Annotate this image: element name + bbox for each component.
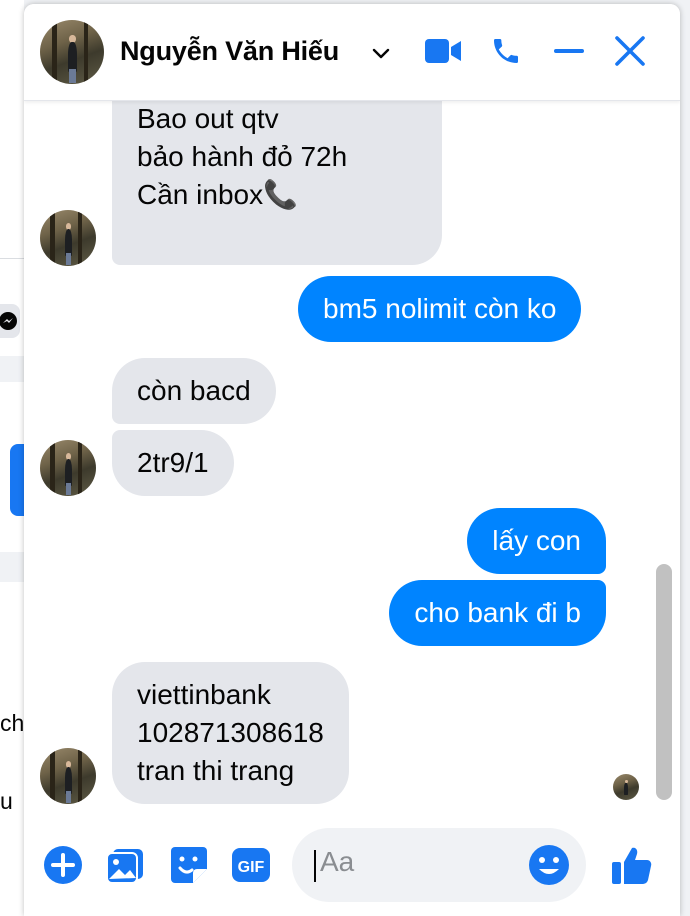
sender-avatar[interactable] (40, 440, 96, 496)
svg-text:GIF: GIF (238, 859, 265, 876)
photo-button[interactable] (104, 844, 146, 886)
chat-header: Nguyễn Văn Hiếu (24, 4, 680, 101)
voice-call-button[interactable] (483, 28, 529, 74)
photo-icon (106, 849, 143, 884)
video-call-icon (425, 39, 461, 63)
seen-indicator-avatar (613, 774, 639, 800)
message-list[interactable]: Bao out qtv bảo hành đỏ 72h Cần inbox📞 b… (24, 100, 652, 806)
background-band (0, 356, 24, 382)
messenger-icon[interactable] (0, 304, 20, 338)
like-button[interactable] (608, 842, 656, 890)
background-text: ch (0, 710, 25, 736)
background-band (0, 552, 24, 582)
contact-name[interactable]: Nguyễn Văn Hiếu (120, 36, 339, 67)
message-bubble-incoming[interactable]: 2tr9/1 (112, 430, 234, 496)
sender-avatar[interactable] (40, 210, 96, 266)
message-bubble-outgoing[interactable]: cho bank đi b (389, 580, 606, 646)
close-icon (615, 36, 645, 66)
message-bubble-incoming[interactable]: Bao out qtv bảo hành đỏ 72h Cần inbox📞 (112, 100, 442, 265)
plus-icon (44, 846, 82, 884)
minimize-icon (554, 49, 584, 53)
background-divider (0, 258, 24, 259)
text-cursor (314, 850, 316, 882)
video-call-button[interactable] (420, 28, 466, 74)
sender-avatar[interactable] (40, 748, 96, 804)
scrollbar-thumb[interactable] (656, 564, 672, 800)
minimize-button[interactable] (546, 28, 592, 74)
background-text: u (0, 788, 13, 814)
message-input[interactable]: Aa (292, 828, 586, 902)
contact-avatar[interactable] (40, 20, 104, 84)
close-button[interactable] (607, 28, 653, 74)
chevron-down-icon[interactable] (370, 42, 392, 64)
message-bubble-incoming[interactable]: viettinbank 102871308618 tran thi trang (112, 662, 349, 804)
message-bubble-outgoing[interactable]: lấy con (467, 508, 606, 574)
sticker-icon (171, 847, 207, 883)
gif-icon: GIF (232, 848, 270, 882)
background-blue-button[interactable] (10, 444, 24, 516)
message-bubble-outgoing[interactable]: bm5 nolimit còn ko (298, 276, 582, 342)
chat-window: Nguyễn Văn Hiếu Bao out qtv bảo hành đỏ … (24, 4, 680, 916)
thumbs-up-icon (612, 847, 652, 884)
gif-button[interactable]: GIF (230, 844, 272, 886)
emoji-icon[interactable] (528, 844, 570, 886)
message-input-placeholder: Aa (320, 846, 355, 877)
more-actions-button[interactable] (42, 844, 84, 886)
phone-icon (494, 39, 518, 63)
sticker-button[interactable] (168, 844, 210, 886)
message-composer: GIF Aa (24, 808, 680, 916)
message-bubble-incoming[interactable]: còn bacd (112, 358, 276, 424)
